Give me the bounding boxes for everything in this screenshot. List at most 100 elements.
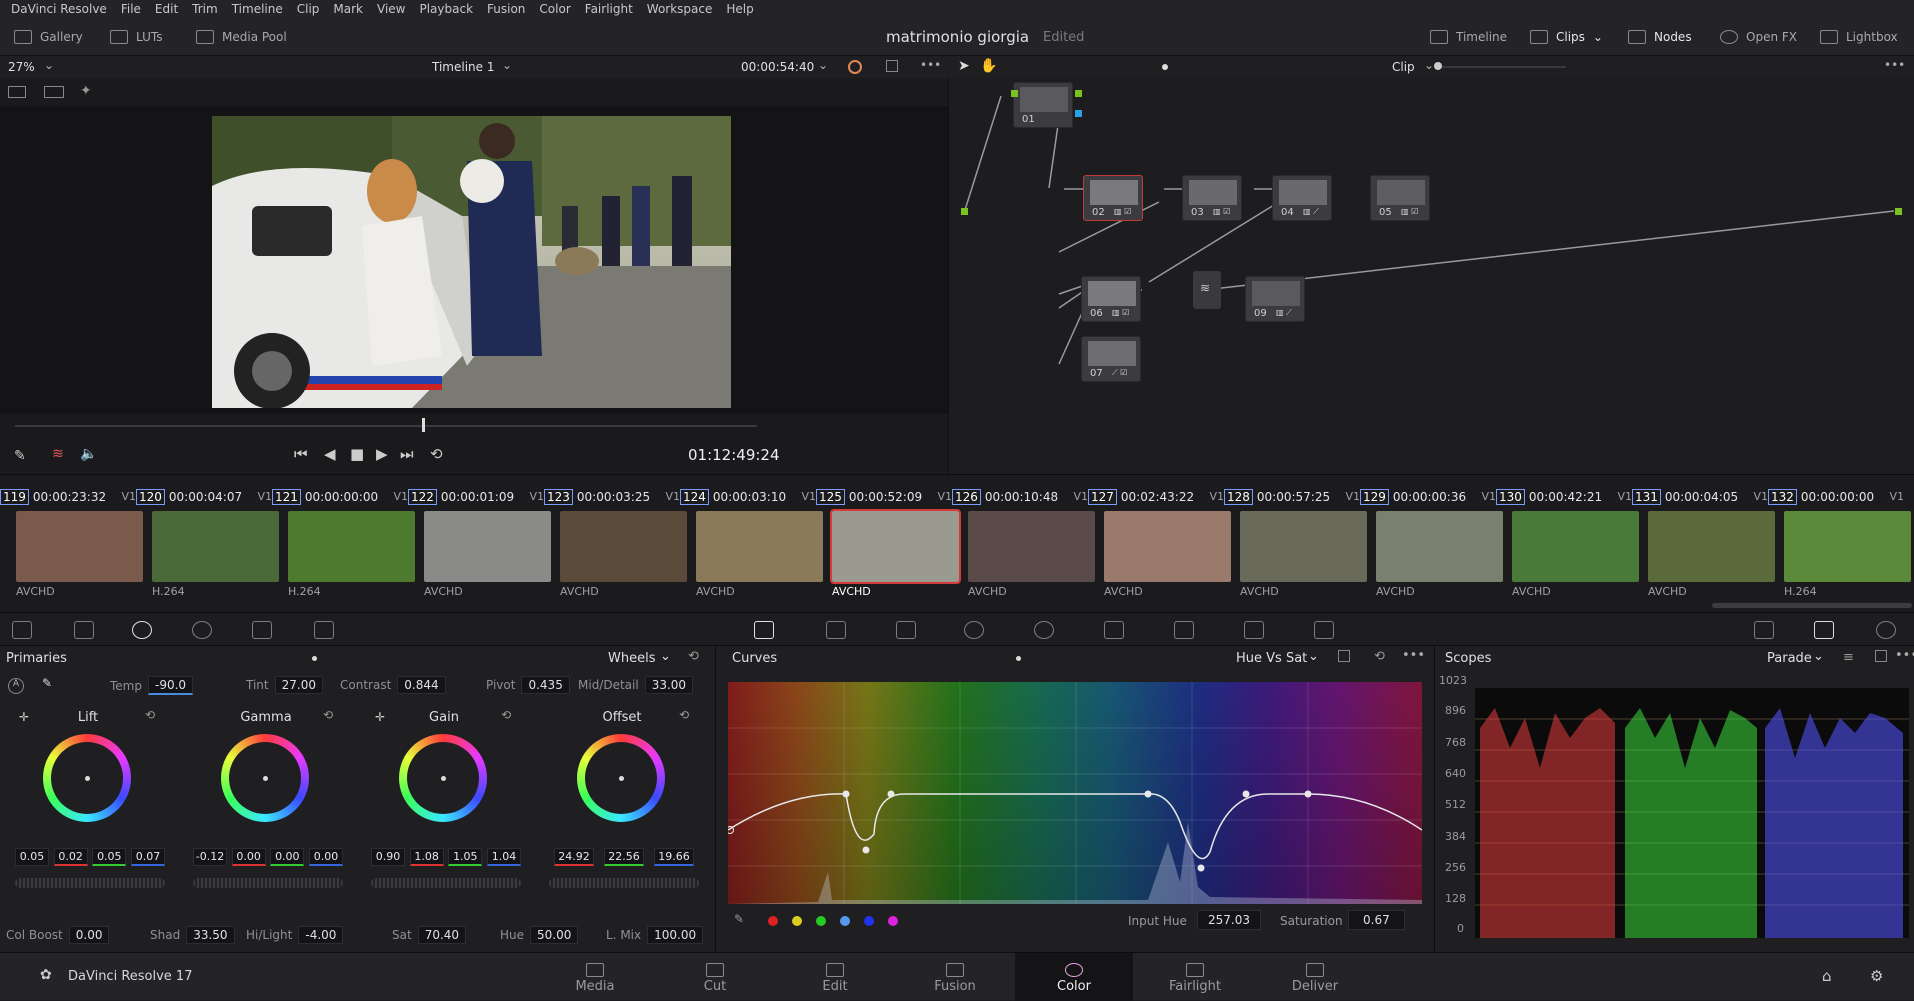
- menu-color[interactable]: Color: [532, 2, 577, 16]
- media-pool-button[interactable]: Media Pool: [196, 18, 287, 56]
- menu-help[interactable]: Help: [719, 2, 760, 16]
- page-fairlight[interactable]: Fairlight: [1140, 953, 1250, 1001]
- scope-settings-icon[interactable]: ≡: [1843, 650, 1854, 665]
- single-view-icon[interactable]: [8, 86, 26, 98]
- lift-y[interactable]: 0.05: [15, 848, 49, 866]
- page-indicator-dot[interactable]: [312, 656, 317, 661]
- picker-icon[interactable]: ✎: [734, 912, 744, 926]
- page-indicator-dot[interactable]: [1016, 656, 1021, 661]
- gain-g[interactable]: 1.05: [448, 848, 483, 866]
- luts-button[interactable]: LUTs: [110, 18, 162, 56]
- gallery-button[interactable]: Gallery: [14, 18, 83, 56]
- go-to-start-icon[interactable]: ⏮: [294, 445, 308, 463]
- page-deliver[interactable]: Deliver: [1260, 953, 1370, 1001]
- shad-control[interactable]: Shad 33.50: [150, 926, 235, 944]
- saturation-field[interactable]: 0.67: [1348, 910, 1405, 930]
- lift-master-wheel[interactable]: [15, 878, 165, 888]
- hue-vs-sat-curve[interactable]: [728, 682, 1422, 904]
- color-picker-icon[interactable]: [848, 60, 862, 74]
- pipette-icon[interactable]: ✎: [14, 448, 26, 464]
- highlight-icon[interactable]: ≋: [52, 446, 64, 462]
- menu-edit[interactable]: Edit: [148, 2, 185, 16]
- wheel-puck[interactable]: [441, 776, 446, 781]
- lmix-control[interactable]: L. Mix 100.00: [606, 926, 704, 944]
- node-07[interactable]: 07 ⟋ ☑: [1081, 336, 1141, 382]
- clip-121[interactable]: 121 00:00:00:00 V1 H.264: [272, 487, 415, 598]
- gamma-g[interactable]: 0.00: [270, 848, 305, 866]
- info-icon[interactable]: [1876, 621, 1896, 639]
- offset-wheel[interactable]: Offset ⟲ 24.92 22.56 19.66: [537, 706, 707, 906]
- node-02[interactable]: 02 ▥ ☑: [1083, 175, 1143, 221]
- yellow-swatch[interactable]: [792, 916, 802, 926]
- offset-r[interactable]: 24.92: [554, 848, 594, 866]
- node-05[interactable]: 05 ▥ ☑: [1370, 175, 1430, 221]
- reset-icon[interactable]: ⟲: [323, 708, 333, 722]
- clip-120[interactable]: 120 00:00:04:07 V1 H.264: [136, 487, 279, 598]
- blue-swatch[interactable]: [864, 916, 874, 926]
- gamma-master-wheel[interactable]: [193, 878, 343, 888]
- split-view-icon[interactable]: [44, 86, 64, 98]
- loop-icon[interactable]: ⟲: [430, 445, 443, 463]
- scope-mode-dropdown[interactable]: Parade: [1767, 651, 1812, 666]
- input-hue-field[interactable]: 257.03: [1197, 910, 1261, 930]
- auto-balance-icon[interactable]: A: [8, 678, 24, 694]
- page-edit[interactable]: Edit: [780, 953, 890, 1001]
- menu-fairlight[interactable]: Fairlight: [578, 2, 640, 16]
- magic-wand-icon[interactable]: ✦: [80, 83, 92, 99]
- more-options-icon[interactable]: •••: [920, 58, 941, 72]
- gamma-b[interactable]: 0.00: [308, 848, 343, 866]
- clip-122[interactable]: 122 00:00:01:09 V1 AVCHD: [408, 487, 551, 598]
- gamma-r[interactable]: 0.00: [231, 848, 266, 866]
- clip-125[interactable]: 125 00:00:52:09 V1 AVCHD: [816, 487, 961, 598]
- menu-timeline[interactable]: Timeline: [225, 2, 290, 16]
- hue-control[interactable]: Hue 50.00: [500, 926, 579, 944]
- node-03[interactable]: 03 ▥ ☑: [1182, 175, 1242, 221]
- gamma-wheel[interactable]: Gamma ⟲ -0.12 0.00 0.00 0.00: [181, 706, 351, 906]
- rgb-mixer-icon[interactable]: [252, 621, 272, 639]
- clip-131[interactable]: 131 00:00:04:05 V1 AVCHD: [1632, 487, 1775, 598]
- menu-mark[interactable]: Mark: [326, 2, 370, 16]
- blur-icon[interactable]: [1104, 621, 1124, 639]
- reset-icon[interactable]: ⟲: [688, 649, 699, 664]
- tracker-icon[interactable]: [1034, 621, 1054, 639]
- offset-master-wheel[interactable]: [549, 878, 699, 888]
- sizing-icon[interactable]: [1244, 621, 1264, 639]
- wheel-puck[interactable]: [619, 776, 624, 781]
- menu-playback[interactable]: Playback: [412, 2, 480, 16]
- zoom-dropdown[interactable]: 27%: [8, 60, 35, 74]
- node-01[interactable]: 01: [1013, 82, 1073, 128]
- contrast-control[interactable]: Contrast 0.844: [340, 676, 446, 694]
- reset-icon[interactable]: ⟲: [501, 708, 511, 722]
- play-icon[interactable]: ▶: [376, 445, 388, 463]
- color-match-icon[interactable]: [74, 621, 94, 639]
- timeline-name[interactable]: Timeline 1: [432, 60, 494, 74]
- scrubber-bar[interactable]: [15, 425, 757, 427]
- go-to-end-icon[interactable]: ⏭: [400, 445, 414, 463]
- node-output-port[interactable]: [1075, 110, 1082, 117]
- clip-119[interactable]: 119 00:00:23:32 V1 AVCHD: [0, 487, 143, 598]
- lift-b[interactable]: 0.07: [130, 848, 165, 866]
- temp-control[interactable]: Temp -90.0: [110, 676, 194, 695]
- input-port[interactable]: [961, 208, 968, 215]
- clips-scrollbar[interactable]: [1712, 603, 1912, 608]
- stop-icon[interactable]: ■: [350, 445, 364, 463]
- gain-wheel[interactable]: ✛ Gain ⟲ 0.90 1.08 1.05 1.04: [359, 706, 529, 906]
- gain-r[interactable]: 1.08: [409, 848, 444, 866]
- middetail-control[interactable]: Mid/Detail 33.00: [578, 676, 694, 694]
- page-indicator-dot[interactable]: [1162, 64, 1168, 70]
- camera-raw-icon[interactable]: [12, 621, 32, 639]
- reset-icon[interactable]: ⟲: [145, 708, 155, 722]
- audio-icon[interactable]: 🔈: [80, 446, 97, 462]
- clip-124[interactable]: 124 00:00:03:10 V1 AVCHD: [680, 487, 823, 598]
- video-viewer[interactable]: [0, 106, 948, 414]
- node-graph[interactable]: 01 02 ▥ ☑ 03 ▥ ☑ 04 ▥ ⟋ 05 ▥ ☑ 06 ▥ ☑ 07…: [948, 78, 1914, 474]
- menu-clip[interactable]: Clip: [290, 2, 327, 16]
- fullscreen-icon[interactable]: [886, 60, 898, 72]
- settings-gear-icon[interactable]: ⚙: [1870, 967, 1883, 985]
- clip-128[interactable]: 128 00:00:57:25 V1 AVCHD: [1224, 487, 1367, 598]
- colboost-control[interactable]: Col Boost 0.00: [6, 926, 110, 944]
- step-back-icon[interactable]: ◀: [324, 445, 336, 463]
- offset-g[interactable]: 22.56: [604, 848, 644, 866]
- white-balance-picker-icon[interactable]: ✎: [42, 676, 52, 690]
- clip-130[interactable]: 130 00:00:42:21 V1 AVCHD: [1496, 487, 1639, 598]
